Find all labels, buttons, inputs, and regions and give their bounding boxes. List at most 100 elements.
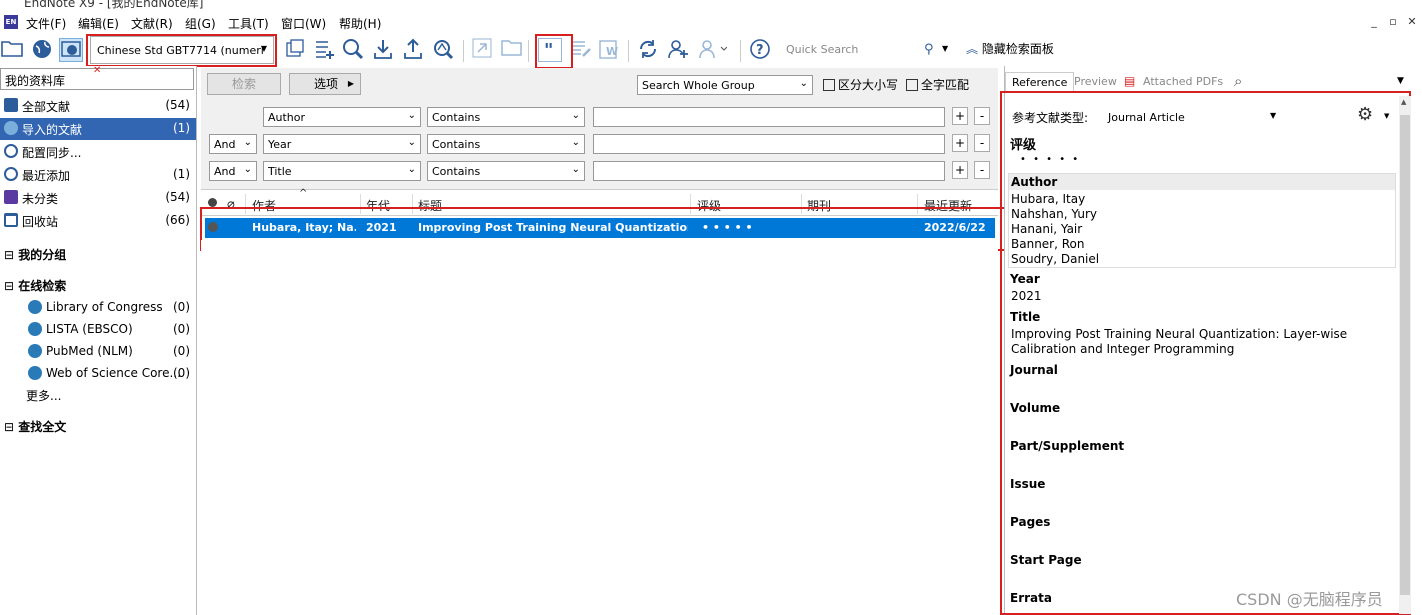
paperclip-icon[interactable]: ⌕ <box>1234 72 1242 90</box>
remove-row-button[interactable]: - <box>974 161 990 179</box>
table-row[interactable]: Hubara, Itay; Na... 2021 Improving Post … <box>205 218 995 238</box>
search-operator-select[interactable]: Contains ⌄ <box>427 134 585 154</box>
online-library-of-congress[interactable]: Library of Congress (0) <box>28 298 196 318</box>
scroll-up-icon[interactable]: ▲ <box>1401 98 1406 106</box>
hide-search-panel-button[interactable]: ︽ 隐藏检索面板 <box>966 40 1054 57</box>
search-operator-select[interactable]: Contains ⌄ <box>427 161 585 181</box>
title-bar: EndNote X9 - [我的EndNote库] <box>0 0 1422 10</box>
search-scope-select[interactable]: Search Whole Group ⌄ <box>637 75 813 95</box>
online-search-mode-icon[interactable] <box>30 38 54 62</box>
menu-help[interactable]: 帮助(H) <box>339 15 381 32</box>
online-lista[interactable]: LISTA (EBSCO) (0) <box>28 320 196 340</box>
menu-edit[interactable]: 编辑(E) <box>78 15 119 32</box>
year-value[interactable]: 2021 <box>1011 289 1042 304</box>
column-title[interactable]: 标题 <box>418 197 442 214</box>
remove-row-button[interactable]: - <box>974 134 990 152</box>
group-trash[interactable]: 回收站 (66) <box>0 210 196 232</box>
column-journal[interactable]: 期刊 <box>807 197 831 214</box>
search-bool-select[interactable]: And ⌄ <box>209 161 257 181</box>
find-fulltext-icon[interactable] <box>431 38 455 62</box>
endnote-app-icon[interactable]: EN <box>4 15 18 29</box>
match-words-checkbox[interactable]: 全字匹配 <box>906 76 969 93</box>
online-web-of-science[interactable]: Web of Science Core... (0) <box>28 364 196 384</box>
remove-row-button[interactable]: - <box>974 107 990 125</box>
scrollbar-thumb[interactable] <box>1400 115 1410 595</box>
online-search-header[interactable]: ⊟ 在线检索 <box>4 277 66 294</box>
insert-citation-icon[interactable]: " <box>538 38 562 62</box>
operator-value: Contains <box>432 138 481 151</box>
search-field-select[interactable]: Year ⌄ <box>263 134 421 154</box>
online-search-label: 在线检索 <box>18 279 67 293</box>
add-row-button[interactable]: + <box>952 107 968 125</box>
reference-type-select[interactable]: Journal Article ▼ <box>1108 111 1276 124</box>
chevron-down-icon[interactable]: ▼ <box>942 44 948 53</box>
add-row-button[interactable]: + <box>952 161 968 179</box>
menu-window[interactable]: 窗口(W) <box>281 15 326 32</box>
open-link-icon[interactable] <box>470 38 494 62</box>
add-row-button[interactable]: + <box>952 134 968 152</box>
format-bibliography-icon[interactable] <box>569 38 593 62</box>
integrated-library-icon[interactable] <box>59 38 83 62</box>
search-term-input[interactable] <box>593 107 945 127</box>
online-search-icon[interactable] <box>341 38 365 62</box>
help-icon[interactable]: ? <box>748 38 772 62</box>
more-link[interactable]: 更多... <box>26 387 61 404</box>
match-case-checkbox[interactable]: 区分大小写 <box>823 76 898 93</box>
search-term-input[interactable] <box>593 134 945 154</box>
group-imported-references[interactable]: 导入的文献 (1) <box>0 118 196 140</box>
search-icon[interactable]: ⚲ <box>924 42 934 57</box>
menu-tools[interactable]: 工具(T) <box>228 15 269 32</box>
tab-attached-pdfs[interactable]: Attached PDFs <box>1137 72 1229 92</box>
options-button[interactable]: 选项 ▶ <box>289 73 361 95</box>
new-reference-icon[interactable] <box>312 38 336 62</box>
local-library-icon[interactable] <box>0 38 24 62</box>
author-field[interactable]: Author Hubara, Itay Nahshan, Yury Hanani… <box>1008 173 1396 268</box>
tab-preview[interactable]: Preview <box>1068 72 1123 92</box>
output-style-select[interactable]: Chinese Std GBT7714 (numeri ▼ <box>90 36 274 64</box>
column-year[interactable]: 年代 <box>366 197 390 214</box>
search-bool-select[interactable]: And ⌄ <box>209 134 257 154</box>
match-case-label: 区分大小写 <box>838 78 899 92</box>
close-icon[interactable]: ✕ <box>1404 14 1420 30</box>
online-pubmed[interactable]: PubMed (NLM) (0) <box>28 342 196 362</box>
library-title: 我的资料库 ✕ <box>0 65 194 90</box>
tab-reference[interactable]: Reference <box>1005 72 1075 92</box>
copy-to-library-icon[interactable] <box>283 38 307 62</box>
title-value[interactable]: Improving Post Training Neural Quantizat… <box>1011 327 1399 357</box>
close-icon[interactable]: ✕ <box>93 65 101 76</box>
restore-icon[interactable]: ▫ <box>1385 14 1401 30</box>
sync-icon[interactable] <box>636 38 660 62</box>
issue-label: Issue <box>1010 477 1046 491</box>
search-button[interactable]: 检索 <box>207 73 281 95</box>
column-author[interactable]: 作者 <box>252 197 276 214</box>
search-term-input[interactable] <box>593 161 945 181</box>
column-rating[interactable]: 评级 <box>697 197 721 214</box>
share-library-icon[interactable] <box>665 38 689 62</box>
group-all-references[interactable]: 全部文献 (54) <box>0 95 196 117</box>
group-share-icon[interactable] <box>697 38 728 62</box>
export-icon[interactable] <box>401 38 425 62</box>
my-groups-header[interactable]: ⊟ 我的分组 <box>4 246 66 263</box>
group-recently-added[interactable]: 最近添加 (1) <box>0 164 196 186</box>
column-last-updated[interactable]: 最近更新 <box>924 197 972 214</box>
return-to-word-icon[interactable]: W <box>597 38 621 62</box>
search-field-select[interactable]: Author ⌄ <box>263 107 421 127</box>
menu-file[interactable]: 文件(F) <box>26 15 66 32</box>
menu-groups[interactable]: 组(G) <box>185 15 216 32</box>
rating-stars[interactable]: • • • • • <box>1020 152 1080 167</box>
group-unfiled[interactable]: 未分类 (54) <box>0 187 196 209</box>
attachment-icon[interactable]: ⌀ <box>227 197 235 212</box>
chevron-down-icon[interactable]: ▼ <box>1397 76 1404 86</box>
minimize-icon[interactable]: _ <box>1366 14 1382 30</box>
settings-gear-icon[interactable]: ⚙ <box>1357 104 1373 125</box>
search-operator-select[interactable]: Contains ⌄ <box>427 107 585 127</box>
find-fulltext-header[interactable]: ⊟ 查找全文 <box>4 418 66 435</box>
menu-references[interactable]: 文献(R) <box>131 15 173 32</box>
search-field-select[interactable]: Title ⌄ <box>263 161 421 181</box>
read-status-icon[interactable] <box>208 198 217 207</box>
import-icon[interactable] <box>371 38 395 62</box>
open-file-icon[interactable] <box>500 38 524 62</box>
year-label: Year <box>1010 272 1040 286</box>
group-configure-sync[interactable]: 配置同步... <box>0 141 196 163</box>
chevron-down-icon[interactable]: ▼ <box>1384 112 1389 120</box>
